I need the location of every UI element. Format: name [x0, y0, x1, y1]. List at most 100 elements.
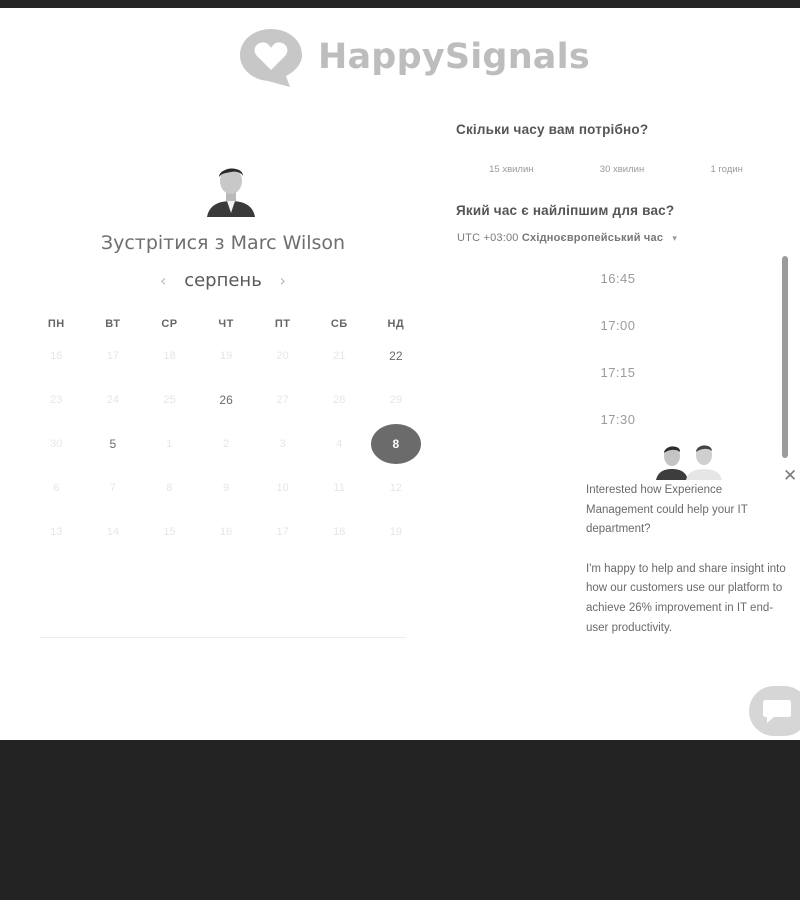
duration-option[interactable]: 15 хвилин — [489, 164, 533, 175]
calendar-day: 17 — [254, 526, 311, 538]
weekday-header: ПН ВТ СР ЧТ ПТ СБ НД — [28, 318, 424, 334]
calendar-day: 29 — [368, 394, 425, 406]
calendar-day: 8 — [141, 482, 198, 494]
timezone-name: Східноєвропейський час — [521, 232, 664, 244]
calendar-day: 28 — [311, 394, 368, 406]
calendar-day-number: 16 — [219, 526, 233, 538]
calendar-day: 19 — [368, 526, 425, 538]
calendar-day: 12 — [368, 482, 425, 494]
duration-option[interactable]: 30 хвилин — [600, 164, 644, 175]
calendar-day: 10 — [254, 482, 311, 494]
weekday-label: ПТ — [274, 318, 291, 330]
time-slot[interactable]: 17:15 — [560, 352, 676, 399]
calendar-day-number: 21 — [333, 350, 346, 362]
calendar-day-number: 25 — [163, 394, 176, 406]
calendar-day: 6 — [28, 482, 85, 494]
weekday-label: СБ — [330, 318, 348, 330]
calendar-day: 18 — [141, 350, 198, 362]
meeting-title: Зустрітися з Marc Wilson — [100, 232, 346, 254]
calendar-day-number: 3 — [279, 438, 286, 450]
calendar-day: 16 — [28, 350, 85, 362]
calendar-day-number: 6 — [53, 482, 60, 494]
calendar-day-number: 15 — [163, 526, 176, 538]
calendar-day[interactable]: 8 — [368, 424, 425, 464]
chevron-right-icon[interactable]: › — [280, 271, 286, 290]
calendar-week: 30 5 1 2 3 4 8 — [28, 422, 424, 466]
calendar-day: 9 — [198, 482, 255, 494]
calendar-day[interactable]: 26 — [198, 393, 255, 407]
brand-logo: HappySignals — [236, 22, 590, 92]
calendar-grid: ПН ВТ СР ЧТ ПТ СБ НД 16 17 18 19 20 21 22 23 24 2… — [28, 318, 424, 554]
calendar-day-number: 18 — [163, 350, 176, 362]
calendar-day: 1 — [141, 438, 198, 450]
brand-name: HappySignals — [318, 37, 590, 77]
divider — [40, 637, 406, 638]
calendar-day: 17 — [85, 350, 142, 362]
calendar-day-number: 1 — [166, 438, 173, 450]
calendar-day-number: 14 — [106, 526, 120, 538]
calendar-day-number: 8 — [370, 424, 421, 464]
calendar-day-number: 29 — [389, 394, 402, 406]
calendar-day-number: 8 — [166, 482, 173, 494]
calendar-day-number: 13 — [50, 526, 63, 538]
chat-agent-avatars — [656, 440, 726, 480]
calendar-day: 2 — [198, 438, 255, 450]
time-slot[interactable]: 16:45 — [560, 258, 676, 305]
calendar-day-number: 16 — [50, 350, 63, 362]
weekday-label: ЧТ — [218, 318, 234, 330]
calendar-day: 19 — [198, 350, 255, 362]
chat-message-intro: Interested how Experience Management cou… — [586, 484, 748, 536]
chat-bubble-icon — [763, 700, 791, 723]
calendar-day-number: 2 — [223, 438, 230, 450]
duration-option[interactable]: 1 годин — [710, 164, 742, 175]
calendar-week: 16 17 18 19 20 21 22 — [28, 334, 424, 378]
calendar-day-number: 9 — [223, 482, 230, 494]
calendar-week: 13 14 15 16 17 18 19 — [28, 510, 424, 554]
calendar-day-number: 11 — [333, 482, 345, 494]
timezone-selector[interactable]: UTC +03:00 Східноєвропейський час ▾ — [457, 232, 677, 244]
top-bar — [0, 0, 800, 8]
host-avatar — [205, 163, 257, 217]
calendar-day[interactable]: 22 — [368, 349, 425, 363]
calendar-day-number: 17 — [276, 526, 289, 538]
calendar-day: 7 — [85, 482, 142, 494]
calendar-day-number: 26 — [219, 393, 233, 407]
bottom-overlay — [0, 740, 800, 900]
weekday-label: ВТ — [105, 318, 121, 330]
calendar-day: 24 — [85, 394, 142, 406]
time-question: Який час є найліпшим для вас? — [456, 203, 675, 218]
calendar-day-number: 28 — [333, 394, 346, 406]
calendar-week: 6 7 8 9 10 11 12 — [28, 466, 424, 510]
calendar-day: 16 — [198, 526, 255, 538]
time-slot-list: 16:45 17:00 17:15 17:30 — [560, 258, 676, 446]
calendar-day: 21 — [311, 350, 368, 362]
calendar-day-number: 23 — [50, 394, 63, 406]
time-slot[interactable]: 17:00 — [560, 305, 676, 352]
calendar-day[interactable]: 5 — [85, 437, 142, 451]
chat-message-body: I'm happy to help and share insight into… — [586, 562, 786, 634]
calendar-day: 20 — [254, 350, 311, 362]
scrollbar[interactable] — [782, 256, 788, 458]
chat-launcher-button[interactable] — [749, 686, 800, 736]
calendar-day-number: 19 — [219, 350, 233, 362]
calendar-day: 30 — [28, 438, 85, 450]
duration-options: 15 хвилин 30 хвилин 1 годин — [456, 164, 776, 175]
calendar-day: 25 — [141, 394, 198, 406]
calendar-weeks: 16 17 18 19 20 21 22 23 24 25 26 27 28 29 30 5 1 2 3 4 8 6 7 8 9… — [28, 334, 424, 554]
calendar-day-number: 24 — [106, 394, 120, 406]
calendar-day-number: 18 — [333, 526, 346, 538]
calendar-day-number: 10 — [276, 482, 289, 494]
calendar-day-number: 27 — [276, 394, 289, 406]
calendar-day-number: 4 — [336, 438, 343, 450]
weekday-label: СР — [161, 318, 178, 330]
heart-bubble-icon — [240, 29, 302, 87]
weekday-label: НД — [387, 318, 405, 330]
time-slot[interactable]: 17:30 — [560, 399, 676, 446]
calendar-day-number: 12 — [389, 482, 402, 494]
chevron-left-icon[interactable]: ‹ — [160, 271, 166, 290]
calendar-day-number: 17 — [106, 350, 120, 362]
calendar-day: 11 — [311, 482, 368, 494]
calendar-day: 3 — [254, 438, 311, 450]
calendar-day: 27 — [254, 394, 311, 406]
calendar-day-number: 22 — [389, 349, 403, 363]
